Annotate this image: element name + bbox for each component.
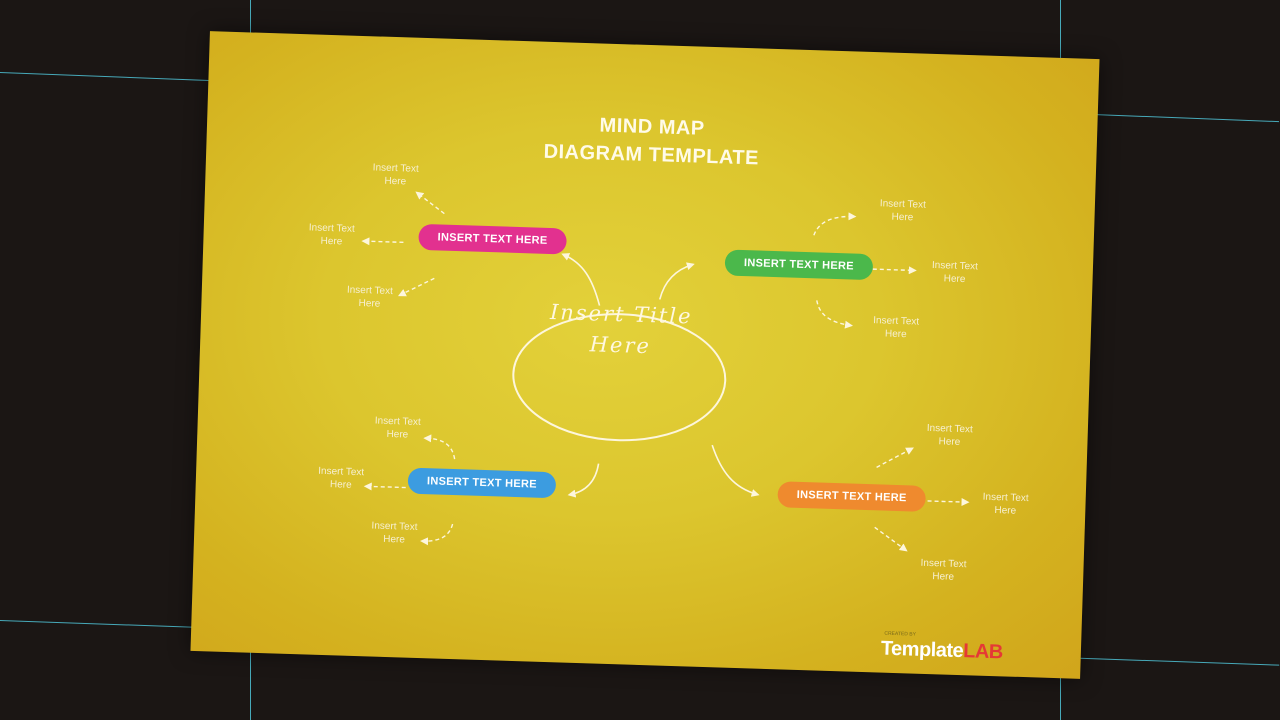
leaf-bl-3: Insert Text Here bbox=[371, 520, 418, 546]
branch-top-right: INSERT TEXT HERE bbox=[724, 249, 874, 281]
leaf-bl-2: Insert Text Here bbox=[318, 465, 365, 491]
logo-part-template: Template bbox=[880, 637, 964, 663]
leaf-bl-1: Insert Text Here bbox=[374, 415, 421, 441]
dash-br-3 bbox=[874, 526, 908, 552]
central-title: Insert Title Here bbox=[535, 297, 707, 364]
dash-br-1 bbox=[876, 447, 914, 468]
leaf-tl-3: Insert Text Here bbox=[346, 284, 394, 310]
leaf-tr-1: Insert Text Here bbox=[879, 198, 926, 224]
connector-bottom-right bbox=[711, 444, 760, 497]
branch-top-left: INSERT TEXT HERE bbox=[418, 223, 567, 255]
leaf-tr-3: Insert Text Here bbox=[873, 315, 920, 341]
branch-bottom-left: INSERT TEXT HERE bbox=[407, 467, 557, 499]
leaf-br-2: Insert Text Here bbox=[982, 491, 1029, 517]
logo-part-lab: LAB bbox=[962, 640, 1004, 664]
leaf-tr-2: Insert Text Here bbox=[931, 259, 979, 286]
leaf-tl-1: Insert Text Here bbox=[372, 162, 419, 188]
connector-top-right bbox=[658, 262, 695, 300]
connector-bottom-left bbox=[567, 463, 600, 498]
dash-br-2 bbox=[927, 498, 970, 507]
central-title-line-1: Insert Title bbox=[549, 300, 693, 329]
dash-tr-3 bbox=[816, 300, 854, 329]
templatelab-logo: TemplateLAB bbox=[881, 638, 1004, 665]
leaf-tl-2: Insert Text Here bbox=[308, 222, 355, 248]
leaf-br-1: Insert Text Here bbox=[926, 422, 973, 448]
leaf-br-3: Insert Text Here bbox=[920, 557, 967, 583]
central-title-line-2: Here bbox=[589, 332, 652, 359]
mind-map-slide: MIND MAP DIAGRAM TEMPLATE Insert Title H… bbox=[190, 31, 1100, 679]
dash-tr-1 bbox=[813, 212, 857, 236]
dash-tl-1 bbox=[415, 191, 445, 215]
dash-tr-2 bbox=[872, 266, 917, 275]
logo-caption: CREATED BY bbox=[884, 630, 917, 638]
branch-bottom-right: INSERT TEXT HERE bbox=[777, 481, 927, 512]
